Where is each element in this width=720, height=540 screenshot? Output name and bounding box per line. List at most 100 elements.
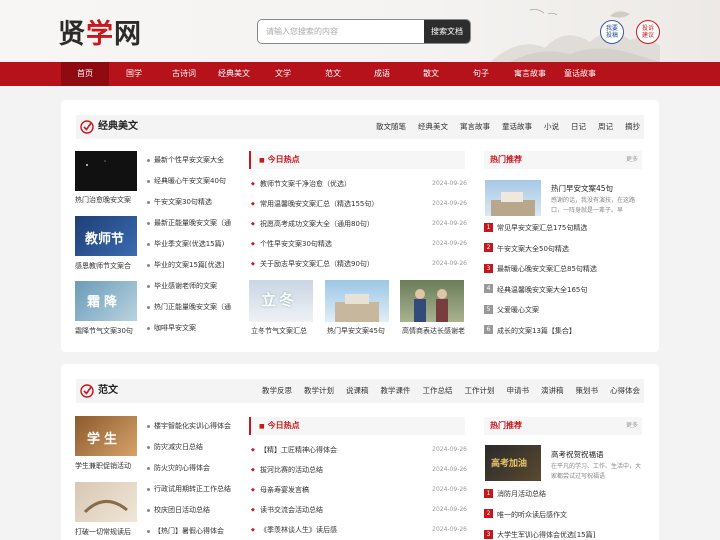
thumb-caption[interactable]: 学生兼职促销活动	[75, 461, 145, 471]
recommend-desc: 感谢的话，我没有演技，在这路口，一阵身就是一辈子。早	[551, 197, 636, 214]
thumb-caption[interactable]: 霜降节气文案30句	[75, 326, 145, 336]
list-item[interactable]: 毕业季文案(优选15篇)	[147, 234, 231, 255]
recommend-title[interactable]: 高考祝贺祝福语	[551, 449, 604, 460]
list-item[interactable]: 防灾减灾日总结	[147, 437, 231, 458]
hot-item[interactable]: 读书交流会活动总结2024-09-26	[251, 500, 467, 520]
subnav-item[interactable]: 工作总结	[423, 379, 453, 403]
nav-idioms[interactable]: 成语	[358, 62, 406, 86]
subnav-item[interactable]: 申请书	[507, 379, 530, 403]
nav-poetry[interactable]: 古诗词	[160, 62, 208, 86]
recommend-item[interactable]: 3 最新暖心晚安文案汇总85句精选	[484, 259, 642, 280]
pic-image[interactable]	[325, 280, 389, 322]
thumb-caption[interactable]: 打破一切常规读后	[75, 527, 145, 537]
contribute-button[interactable]: 我要 投稿	[600, 20, 624, 44]
subnav-item[interactable]: 日记	[571, 115, 586, 139]
subnav-item[interactable]: 摘抄	[625, 115, 640, 139]
recommend-image[interactable]	[485, 180, 541, 216]
thumb-caption[interactable]: 感恩教师节文案合	[75, 261, 145, 271]
list-item[interactable]: 最新正能量晚安文案（通	[147, 213, 231, 234]
section-check-icon	[80, 384, 94, 398]
list-item[interactable]: 最新个性早安文案大全	[147, 150, 231, 171]
thumb-caption[interactable]: 热门治愈晚安文案	[75, 195, 145, 205]
site-logo[interactable]: 贤 学 网	[58, 14, 142, 50]
subnav-item[interactable]: 心得体会	[610, 379, 640, 403]
subnav-item[interactable]: 散文随笔	[376, 115, 406, 139]
recommend-title[interactable]: 热门早安文案45句	[551, 183, 613, 194]
article-list: 楼宇智能化实训心得体会 防灾减灾日总结 防火灾的心得体会 行政试用期转正工作总结…	[147, 416, 231, 540]
subnav-item[interactable]: 经典美文	[418, 115, 448, 139]
recommend-item[interactable]: 6 成长的文案13篇【集合】	[484, 321, 642, 342]
hot-header: 今日热点	[249, 151, 465, 169]
thumb-image[interactable]: 学生	[75, 416, 137, 456]
main-nav: 首页 国学 古诗词 经典美文 文学 范文 成语 散文 句子 寓言故事 童话故事	[0, 62, 720, 86]
subnav-item[interactable]: 教学反思	[262, 379, 292, 403]
nav-literature[interactable]: 文学	[259, 62, 307, 86]
thumb-image[interactable]	[75, 482, 137, 522]
list-item[interactable]: 楼宇智能化实训心得体会	[147, 416, 231, 437]
recommend-list: 1 常见早安文案汇总175句精选 2 午安文案大全50句精选 3 最新暖心晚安文案汇总…	[484, 218, 642, 341]
recommend-item[interactable]: 2 午安文案大全50句精选	[484, 239, 642, 260]
nav-classic-prose[interactable]: 经典美文	[210, 62, 258, 86]
list-item[interactable]: 校庆团日活动总结	[147, 500, 231, 521]
more-link[interactable]: 更多	[626, 151, 638, 169]
subnav-item[interactable]: 寓言故事	[460, 115, 490, 139]
nav-guoxue[interactable]: 国学	[110, 62, 158, 86]
subnav-item[interactable]: 说课稿	[346, 379, 369, 403]
nav-home[interactable]: 首页	[61, 62, 109, 86]
nav-essays[interactable]: 散文	[407, 62, 455, 86]
recommend-header: 热门推荐 更多	[484, 151, 642, 169]
pic-image[interactable]	[400, 280, 464, 322]
subnav-item[interactable]: 策划书	[576, 379, 599, 403]
recommend-header: 热门推荐 更多	[484, 417, 642, 435]
list-item[interactable]: 经典暖心午安文案40句	[147, 171, 231, 192]
pic-caption[interactable]: 立冬节气文案汇总	[251, 326, 317, 336]
list-item[interactable]: 防火灾的心得体会	[147, 458, 231, 479]
pic-image[interactable]: 立冬	[249, 280, 313, 322]
nav-templates[interactable]: 范文	[309, 62, 357, 86]
recommend-item[interactable]: 1 常见早安文案汇总175句精选	[484, 218, 642, 239]
nav-sentences[interactable]: 句子	[457, 62, 505, 86]
thumb-image[interactable]: 教师节	[75, 216, 137, 256]
hot-item[interactable]: 《季羡林谈人生》读后感2024-09-26	[251, 520, 467, 540]
hot-item[interactable]: 教师节文案千净治愈（优选）2024-09-26	[251, 174, 467, 194]
list-item[interactable]: 行政试用期转正工作总结	[147, 479, 231, 500]
recommend-item[interactable]: 2 唯一的听众读后感作文	[484, 505, 642, 526]
hot-item[interactable]: 常用温馨晚安文案汇总（精选155句）2024-09-26	[251, 194, 467, 214]
list-item[interactable]: 热门正能量晚安文案（通	[147, 297, 231, 318]
thumb-image[interactable]: 霜降	[75, 281, 137, 321]
subnav-item[interactable]: 工作计划	[465, 379, 495, 403]
nav-fairy-tales[interactable]: 童话故事	[555, 62, 605, 86]
thumb-image[interactable]	[75, 151, 137, 191]
hot-item[interactable]: 关于励志早安文案汇总（精选90句）2024-09-26	[251, 254, 467, 274]
hot-item[interactable]: 母亲寿宴发言稿2024-09-26	[251, 480, 467, 500]
hot-item[interactable]: 祝愿高考成功文案大全（通用80句）2024-09-26	[251, 214, 467, 234]
subnav-item[interactable]: 教学课件	[381, 379, 411, 403]
search-button[interactable]: 搜索文档	[424, 20, 470, 43]
nav-fables[interactable]: 寓言故事	[506, 62, 554, 86]
hot-item[interactable]: 【精】工匠精神心得体会2024-09-26	[251, 440, 467, 460]
recommend-item[interactable]: 3 大学生军训心得体会优选[15篇]	[484, 525, 642, 540]
recommend-item[interactable]: 5 父爱暖心文案	[484, 300, 642, 321]
subnav-item[interactable]: 周记	[598, 115, 613, 139]
list-item[interactable]: 午安文案30句精选	[147, 192, 231, 213]
subnav-item[interactable]: 小说	[544, 115, 559, 139]
subnav-item[interactable]: 演讲稿	[541, 379, 564, 403]
hot-item[interactable]: 拔河比赛的活动总结2024-09-26	[251, 460, 467, 480]
pic-caption[interactable]: 热门早安文案45句	[327, 326, 393, 336]
recommend-item[interactable]: 4 经典温馨晚安文案大全165句	[484, 280, 642, 301]
section-templates: 范文 教学反思 教学计划 说课稿 教学课件 工作总结 工作计划 申请书 演讲稿 …	[61, 364, 659, 540]
subnav-item[interactable]: 童话故事	[502, 115, 532, 139]
search-input[interactable]	[258, 20, 426, 43]
list-item[interactable]: 毕业的文案15篇[优选]	[147, 255, 231, 276]
list-item[interactable]: 【热门】暑假心得体会	[147, 521, 231, 540]
list-item[interactable]: 咖啡早安文案	[147, 318, 231, 339]
more-link[interactable]: 更多	[626, 417, 638, 435]
hot-item[interactable]: 个性早安文案30句精选2024-09-26	[251, 234, 467, 254]
suggest-button[interactable]: 投诉 建议	[636, 20, 660, 44]
recommend-item[interactable]: 1 消防月活动总结	[484, 484, 642, 505]
subnav-item[interactable]: 教学计划	[304, 379, 334, 403]
recommend-image[interactable]: 高考加油	[485, 445, 541, 481]
pic-caption[interactable]: 高情商表达长感谢老	[402, 326, 468, 336]
hot-list: 【精】工匠精神心得体会2024-09-26 拔河比赛的活动总结2024-09-2…	[251, 440, 467, 540]
list-item[interactable]: 毕业感谢老师的文案	[147, 276, 231, 297]
